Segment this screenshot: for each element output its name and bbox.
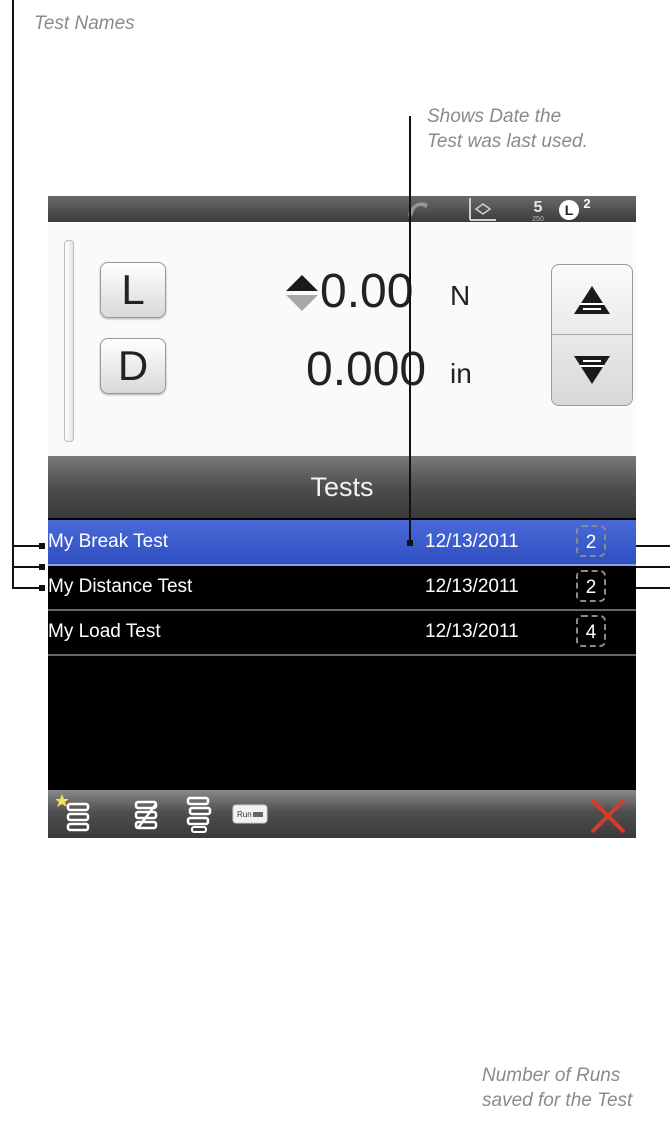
test-date: 12/13/2011 [425, 576, 519, 597]
test-date: 12/13/2011 [425, 531, 519, 552]
run-icon[interactable]: Run [232, 804, 268, 829]
test-row[interactable]: My Break Test 12/13/2011 2 [48, 520, 636, 566]
load-zero-button[interactable]: L [100, 262, 166, 318]
annotation-test-names: Test Names [34, 13, 135, 34]
callout-row2-right [636, 566, 670, 568]
jog-control [551, 264, 633, 406]
test-runs-count: 2 [576, 525, 606, 557]
distance-zero-button[interactable]: D [100, 338, 166, 394]
callout-row1-left-marker [39, 543, 45, 549]
test-row[interactable]: My Load Test 12/13/2011 4 [48, 610, 636, 656]
edit-test-icon[interactable] [132, 798, 160, 837]
test-row[interactable]: My Distance Test 12/13/2011 2 [48, 565, 636, 611]
limit-count: 2 [583, 197, 590, 211]
jog-down-button[interactable] [552, 335, 632, 405]
callout-row3-right [636, 587, 670, 589]
test-name: My Break Test [48, 531, 169, 552]
test-runs-count: 4 [576, 615, 606, 647]
limit-letter: L [565, 202, 574, 218]
test-name: My Distance Test [48, 576, 193, 597]
callout-date-vertical [409, 116, 411, 544]
callout-row1-right [636, 545, 670, 547]
new-test-icon[interactable] [55, 794, 92, 838]
annotation-runs-line2: saved for the Test [482, 1090, 633, 1111]
test-list-icon[interactable] [184, 796, 214, 838]
annotation-runs-line1: Number of Runs [482, 1065, 621, 1086]
jog-up-button[interactable] [552, 265, 632, 335]
svg-text:5: 5 [534, 199, 543, 216]
run-label: Run [237, 810, 252, 819]
annotation-date-line1: Shows Date the [427, 106, 562, 127]
callout-row3-left [12, 587, 42, 589]
callout-row3-left-marker [39, 585, 45, 591]
position-slider[interactable] [64, 240, 74, 442]
callout-row2-left-marker [39, 564, 45, 570]
distance-unit: in [450, 358, 472, 389]
bottom-toolbar: Run [48, 790, 636, 838]
callout-test-names-vertical [12, 0, 14, 589]
tests-header: Tests [48, 456, 636, 518]
test-name: My Load Test [48, 621, 161, 642]
load-unit: N [450, 280, 471, 311]
readout-panel: L D 0.00 N 0.000 in [48, 222, 636, 456]
status-bar: 5 250 L2 [48, 196, 636, 223]
direction-indicator-icon [284, 273, 320, 318]
test-runs-count: 2 [576, 570, 606, 602]
test-date: 12/13/2011 [425, 621, 519, 642]
close-icon[interactable] [588, 796, 628, 838]
callout-row2-left [12, 566, 42, 568]
callout-row1-left [12, 545, 42, 547]
callout-date-marker [407, 540, 413, 546]
annotation-date-line2: Test was last used. [427, 131, 588, 152]
load-value: 0.00 [320, 265, 414, 318]
device-screen: 5 250 L2 L D 0.00 N 0.000 in Tests My Bre… [48, 196, 636, 838]
